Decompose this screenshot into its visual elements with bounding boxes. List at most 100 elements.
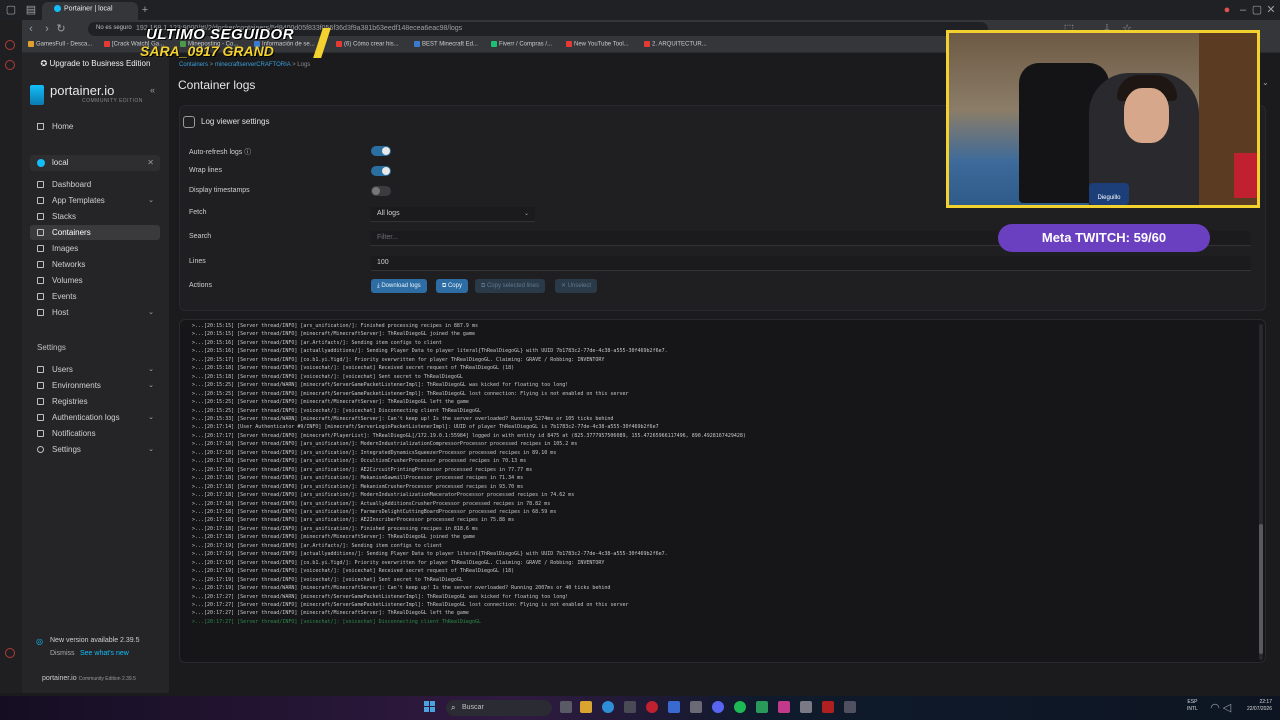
app-icon[interactable]: [690, 701, 702, 713]
language-indicator[interactable]: ESP INTL: [1187, 699, 1198, 713]
spotify-icon[interactable]: [734, 701, 746, 713]
sidebar-item-host[interactable]: Host ⌄: [30, 305, 160, 320]
opera-icon[interactable]: [646, 701, 658, 713]
bookmark-item[interactable]: New YouTube Tool...: [566, 41, 629, 48]
log-line[interactable]: >...[20:17:18] [Server thread/INFO] [min…: [192, 533, 1252, 541]
taskbar-search[interactable]: ⌕ Buscar: [446, 700, 552, 716]
log-line[interactable]: >...[20:17:18] [Server thread/INFO] [ars…: [192, 440, 1252, 448]
bookmark-item[interactable]: (6) Cómo crear his...: [336, 41, 399, 48]
log-line[interactable]: >...[20:15:17] [Server thread/INFO] [co.…: [192, 356, 1252, 364]
log-line[interactable]: >...[20:15:25] [Server thread/WARN] [min…: [192, 381, 1252, 389]
browser-menu-icon[interactable]: ▢: [4, 3, 18, 17]
sidebar-item-images[interactable]: Images: [30, 241, 160, 256]
log-line[interactable]: >...[20:15:25] [Server thread/INFO] [min…: [192, 390, 1252, 398]
log-line[interactable]: >...[20:17:18] [Server thread/INFO] [ars…: [192, 508, 1252, 516]
log-line[interactable]: >...[20:17:18] [Server thread/INFO] [ars…: [192, 491, 1252, 499]
file-explorer-icon[interactable]: [580, 701, 592, 713]
tab-list-icon[interactable]: ▤: [24, 3, 38, 17]
back-icon[interactable]: ‹: [24, 22, 38, 36]
sidebar-item-authentication-logs[interactable]: Authentication logs ⌄: [30, 410, 160, 425]
bookmark-item[interactable]: Fiverr / Compras /...: [491, 41, 552, 48]
copy-selected-lines-button[interactable]: ⧉ Copy selected lines: [475, 279, 545, 293]
log-scrollbar[interactable]: [1259, 324, 1263, 660]
log-line[interactable]: >...[20:17:18] [Server thread/INFO] [ars…: [192, 466, 1252, 474]
clock[interactable]: 22:17 22/07/2026: [1238, 699, 1272, 713]
dismiss-link[interactable]: Dismiss: [50, 650, 75, 657]
log-line[interactable]: >...[20:17:14] [User Authenticator #9/IN…: [192, 423, 1252, 431]
unselect-button[interactable]: ✕ Unselect: [555, 279, 598, 293]
sidebar-item-stacks[interactable]: Stacks: [30, 209, 160, 224]
log-line[interactable]: >...[20:17:19] [Server thread/INFO] [act…: [192, 550, 1252, 558]
log-line[interactable]: >...[20:15:25] [Server thread/INFO] [min…: [192, 398, 1252, 406]
new-tab-icon[interactable]: +: [138, 3, 152, 17]
log-line[interactable]: >...[20:17:18] [Server thread/INFO] [ars…: [192, 474, 1252, 482]
fetch-select[interactable]: All logs ⌄: [371, 207, 535, 222]
log-line[interactable]: >...[20:17:18] [Server thread/INFO] [ars…: [192, 449, 1252, 457]
log-line[interactable]: >...[20:17:18] [Server thread/INFO] [ars…: [192, 457, 1252, 465]
forward-icon[interactable]: ›: [40, 22, 54, 36]
rail-app-icon[interactable]: [5, 40, 15, 50]
windows-start-icon[interactable]: [424, 701, 436, 713]
expand-icon[interactable]: ⌄: [1262, 78, 1269, 87]
log-line[interactable]: >...[20:17:27] [Server thread/INFO] [min…: [192, 609, 1252, 617]
close-environment-icon[interactable]: ✕: [147, 155, 154, 171]
log-line[interactable]: >...[20:15:33] [Server thread/WARN] [min…: [192, 415, 1252, 423]
sidebar-item-events[interactable]: Events: [30, 289, 160, 304]
tab-portainer[interactable]: Portainer | local: [42, 2, 138, 20]
edge-icon[interactable]: [602, 701, 614, 713]
environment-header[interactable]: local ✕: [30, 155, 160, 171]
maximize-icon[interactable]: ▢: [1250, 3, 1264, 17]
sidebar-item-environments[interactable]: Environments ⌄: [30, 378, 160, 393]
scrollbar-thumb[interactable]: [1259, 524, 1263, 654]
auto-refresh-toggle[interactable]: [371, 146, 391, 156]
log-line[interactable]: >...[20:15:18] [Server thread/INFO] [voi…: [192, 373, 1252, 381]
log-line[interactable]: >...[20:17:18] [Server thread/INFO] [ars…: [192, 500, 1252, 508]
log-line[interactable]: >...[20:17:19] [Server thread/WARN] [min…: [192, 584, 1252, 592]
log-line[interactable]: >...[20:17:27] [Server thread/INFO] [voi…: [192, 618, 1252, 626]
lines-input[interactable]: 100: [371, 256, 1251, 271]
sidebar-item-users[interactable]: Users ⌄: [30, 362, 160, 377]
display-timestamps-toggle[interactable]: [371, 186, 391, 196]
log-line[interactable]: >...[20:15:16] [Server thread/INFO] [ar.…: [192, 339, 1252, 347]
log-line[interactable]: >...[20:17:27] [Server thread/WARN] [min…: [192, 593, 1252, 601]
record-icon[interactable]: ●: [1220, 3, 1234, 17]
log-line[interactable]: >...[20:15:18] [Server thread/INFO] [voi…: [192, 364, 1252, 372]
sidebar-item-settings[interactable]: Settings ⌄: [30, 442, 160, 457]
log-line[interactable]: >...[20:17:19] [Server thread/INFO] [co.…: [192, 559, 1252, 567]
log-line[interactable]: >...[20:17:18] [Server thread/INFO] [ars…: [192, 516, 1252, 524]
sidebar-item-dashboard[interactable]: Dashboard: [30, 177, 160, 192]
copy-button[interactable]: ⧉ Copy: [436, 279, 468, 293]
reload-icon[interactable]: ↻: [54, 22, 68, 36]
log-line[interactable]: >...[20:17:27] [Server thread/INFO] [min…: [192, 601, 1252, 609]
log-line[interactable]: >...[20:15:16] [Server thread/INFO] [act…: [192, 347, 1252, 355]
security-indicator[interactable]: No es seguro: [96, 25, 132, 31]
sidebar-item-registries[interactable]: Registries: [30, 394, 160, 409]
breadcrumb-containers[interactable]: Containers: [179, 62, 208, 68]
log-viewer[interactable]: >...[20:15:15] [Server thread/INFO] [ars…: [179, 319, 1266, 663]
app-icon[interactable]: [822, 701, 834, 713]
close-window-icon[interactable]: ✕: [1264, 3, 1278, 17]
log-line[interactable]: >...[20:17:18] [Server thread/INFO] [ars…: [192, 483, 1252, 491]
sidebar-item-containers[interactable]: Containers: [30, 225, 160, 240]
volume-icon[interactable]: ◁: [1220, 701, 1234, 715]
sidebar-item-notifications[interactable]: Notifications: [30, 426, 160, 441]
rail-app-icon[interactable]: [5, 60, 15, 70]
log-line[interactable]: >...[20:15:15] [Server thread/INFO] [min…: [192, 330, 1252, 338]
sidebar-item-home[interactable]: Home: [30, 119, 160, 134]
collapse-sidebar-icon[interactable]: «: [150, 85, 155, 95]
log-line[interactable]: >...[20:17:17] [Server thread/INFO] [min…: [192, 432, 1252, 440]
sidebar-item-networks[interactable]: Networks: [30, 257, 160, 272]
rail-settings-icon[interactable]: [5, 648, 15, 658]
log-line[interactable]: >...[20:17:19] [Server thread/INFO] [voi…: [192, 567, 1252, 575]
log-line[interactable]: >...[20:17:19] [Server thread/INFO] [voi…: [192, 576, 1252, 584]
portainer-logo[interactable]: portainer.io COMMUNITY EDITION: [30, 81, 160, 109]
bookmark-item[interactable]: BEST Minecraft Ed...: [414, 41, 478, 48]
log-line[interactable]: >...[20:17:19] [Server thread/INFO] [ar.…: [192, 542, 1252, 550]
bookmark-item[interactable]: GamesFull - Desca...: [28, 41, 92, 48]
breadcrumb-container[interactable]: minecraftserverCRAFTORIA: [215, 62, 291, 68]
store-icon[interactable]: [624, 701, 636, 713]
app-icon[interactable]: [668, 701, 680, 713]
log-line[interactable]: >...[20:15:25] [Server thread/INFO] [voi…: [192, 407, 1252, 415]
app-icon[interactable]: [756, 701, 768, 713]
log-line[interactable]: >...[20:17:18] [Server thread/INFO] [ars…: [192, 525, 1252, 533]
